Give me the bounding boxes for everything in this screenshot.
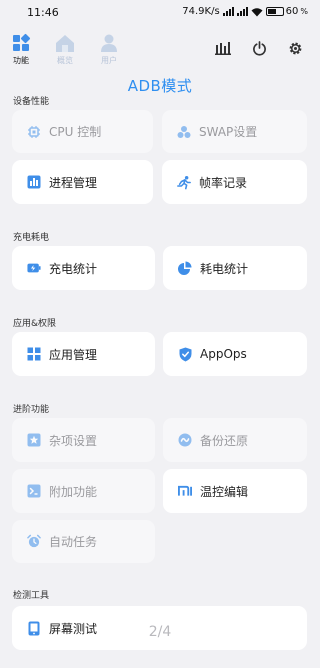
backup-icon xyxy=(178,433,192,447)
cpu-control-label: CPU 控制 xyxy=(49,125,102,139)
section-title-charge: 充电耗电 xyxy=(13,233,50,243)
power-stats-label: 耗电统计 xyxy=(200,261,249,276)
settings-button[interactable] xyxy=(285,38,305,58)
signal-icon xyxy=(222,7,234,16)
status-right: 74.9K/s 60% xyxy=(182,6,308,17)
fps-record-label: 帧率记录 xyxy=(199,175,248,190)
fps-record-card[interactable]: 帧率记录 xyxy=(162,160,307,204)
chart-button[interactable] xyxy=(213,38,233,58)
section-title-advanced: 进阶功能 xyxy=(13,405,50,415)
process-manager-label: 进程管理 xyxy=(49,175,98,190)
settings-icon xyxy=(289,42,301,54)
process-manager-card[interactable]: 进程管理 xyxy=(12,160,153,204)
app-manager-card[interactable]: 应用管理 xyxy=(12,332,155,376)
charge-stats-label: 充电统计 xyxy=(49,261,98,276)
section-title-apps: 应用&权限 xyxy=(13,319,57,329)
power-icon xyxy=(252,40,266,56)
tab-overview[interactable]: 概览 xyxy=(48,30,82,70)
section-title-test: 检测工具 xyxy=(13,591,50,601)
section-title-perf: 设备性能 xyxy=(13,97,50,107)
chart-icon xyxy=(215,42,231,55)
top-nav: 功能 概览 用户 xyxy=(0,30,320,70)
auto-task-card[interactable]: 自动任务 xyxy=(12,520,155,563)
power-stats-card[interactable]: 耗电统计 xyxy=(163,246,307,290)
alarm-clock-icon xyxy=(27,534,41,549)
swap-settings-label: SWAP设置 xyxy=(199,125,258,139)
running-icon xyxy=(177,175,191,189)
swap-icon xyxy=(177,125,191,139)
tab-functions[interactable]: 功能 xyxy=(4,30,38,70)
status-time: 11:46 xyxy=(27,6,59,19)
power-button[interactable] xyxy=(249,38,269,58)
user-icon xyxy=(101,34,117,52)
misc-settings-label: 杂项设置 xyxy=(49,433,98,448)
tab-user[interactable]: 用户 xyxy=(92,30,126,70)
battery-charge-icon xyxy=(27,261,41,275)
appops-label: AppOps xyxy=(200,347,247,361)
misc-settings-card[interactable]: 杂项设置 xyxy=(12,418,155,462)
network-speed: 74.9K/s xyxy=(182,6,220,17)
mi-logo-icon xyxy=(178,484,192,498)
thermal-edit-card[interactable]: 温控编辑 xyxy=(163,469,307,513)
thermal-edit-label: 温控编辑 xyxy=(200,484,249,499)
backup-restore-card[interactable]: 备份还原 xyxy=(163,418,307,462)
battery-level: 60 xyxy=(285,6,299,17)
star-icon xyxy=(27,433,41,447)
apps-grid-icon xyxy=(27,347,41,361)
cpu-control-card[interactable]: CPU 控制 xyxy=(12,110,153,153)
grid-icon xyxy=(13,33,31,51)
signal-2-icon xyxy=(236,7,248,16)
status-bar: 11:46 74.9K/s 60% xyxy=(0,0,320,26)
cpu-icon xyxy=(27,125,41,139)
battery-indicator: 60% xyxy=(265,6,308,17)
bar-chart-icon xyxy=(27,175,41,189)
app-manager-label: 应用管理 xyxy=(49,347,98,362)
appops-card[interactable]: AppOps xyxy=(163,332,307,376)
backup-restore-label: 备份还原 xyxy=(200,433,249,448)
home-icon xyxy=(56,35,74,52)
pie-chart-icon xyxy=(178,261,192,275)
auto-task-label: 自动任务 xyxy=(49,535,98,549)
mode-label: ADB模式 xyxy=(127,77,193,95)
charge-stats-card[interactable]: 充电统计 xyxy=(12,246,155,290)
addon-features-card[interactable]: 附加功能 xyxy=(12,469,155,513)
addon-features-label: 附加功能 xyxy=(49,484,98,499)
swap-settings-card[interactable]: SWAP设置 xyxy=(162,110,307,153)
wifi-icon xyxy=(251,7,263,16)
terminal-icon xyxy=(27,484,41,498)
page-indicator: 2/4 xyxy=(148,624,172,640)
shield-icon xyxy=(178,347,192,361)
